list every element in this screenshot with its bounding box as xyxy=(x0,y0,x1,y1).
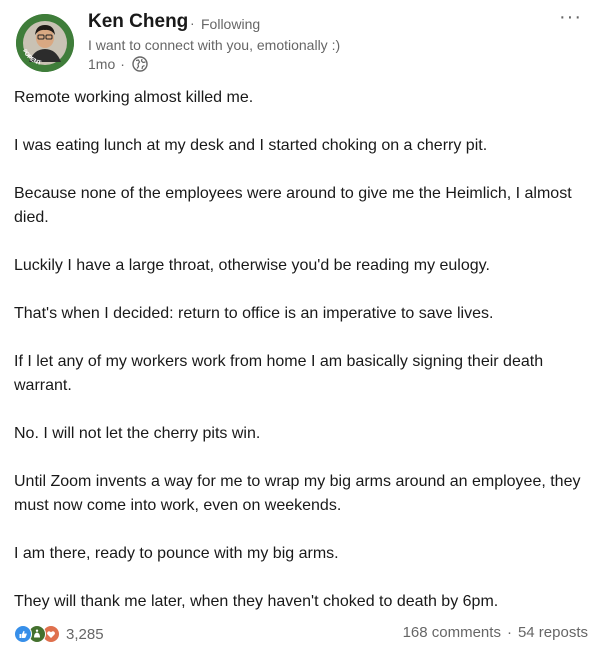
post-body: Remote working almost killed me. I was e… xyxy=(14,86,586,614)
social-counts-bar: 3,285 168 comments · 54 reposts xyxy=(14,624,588,646)
post-paragraph: Remote working almost killed me. xyxy=(14,89,254,106)
counts-separator: · xyxy=(506,624,512,641)
post-paragraph: Because none of the employees were aroun… xyxy=(14,185,572,226)
post-paragraph: I am there, ready to pounce with my big … xyxy=(14,545,339,562)
post-paragraph: Until Zoom invents a way for me to wrap … xyxy=(14,473,581,514)
comments-count-link[interactable]: 168 comments xyxy=(403,624,501,641)
post-paragraph: If I let any of my workers work from hom… xyxy=(14,353,544,394)
meta-separator: · xyxy=(120,56,125,72)
like-icon xyxy=(14,625,32,643)
follow-separator: · xyxy=(190,15,195,31)
post-paragraph: They will thank me later, when they have… xyxy=(14,593,499,610)
post-time: 1mo xyxy=(88,56,116,72)
engagement-counts: 168 comments · 54 reposts xyxy=(403,624,588,641)
more-options-button[interactable]: ··· xyxy=(559,6,582,29)
reaction-icons xyxy=(14,624,62,644)
reposts-count-link[interactable]: 54 reposts xyxy=(518,624,588,641)
feed-post: #OPENTOWORK Ken Cheng · Following I want… xyxy=(0,0,600,653)
post-paragraph: Luckily I have a large throat, otherwise… xyxy=(14,257,490,274)
author-headline: I want to connect with you, emotionally … xyxy=(88,37,341,53)
post-paragraph: That's when I decided: return to office … xyxy=(14,305,494,322)
post-paragraph: I was eating lunch at my desk and I star… xyxy=(14,137,488,154)
post-paragraph: No. I will not let the cherry pits win. xyxy=(14,425,261,442)
reaction-count: 3,285 xyxy=(66,625,104,643)
globe-icon xyxy=(132,56,148,72)
reactions-summary[interactable]: 3,285 xyxy=(14,624,104,644)
follow-status: Following xyxy=(201,16,261,32)
author-name[interactable]: Ken Cheng xyxy=(88,11,188,33)
avatar-photo: #OPENTOWORK xyxy=(16,14,74,72)
post-meta: 1mo · xyxy=(88,56,148,72)
author-avatar[interactable]: #OPENTOWORK xyxy=(16,14,74,72)
